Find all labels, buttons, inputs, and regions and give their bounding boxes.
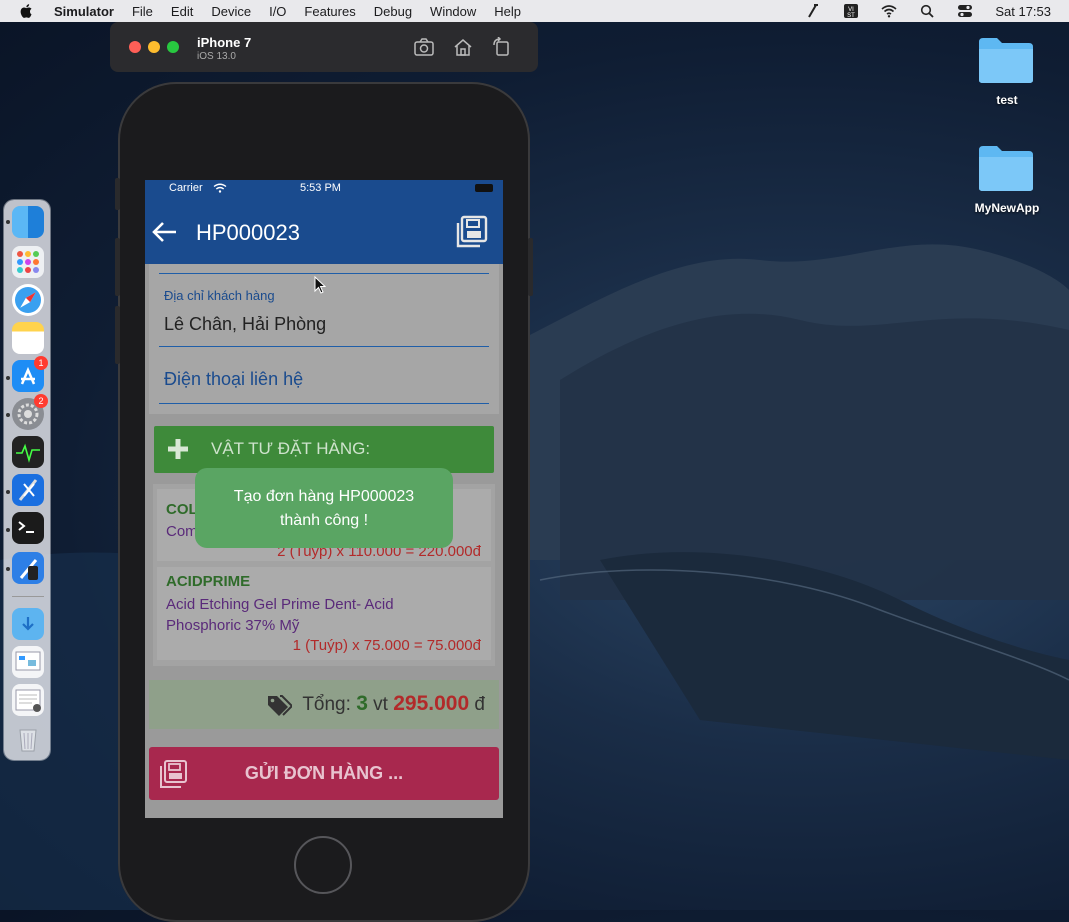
toast-line-2: thành công ! [279, 512, 369, 529]
folder-icon [979, 38, 1033, 83]
rotate-icon[interactable] [491, 37, 513, 57]
control-center-icon[interactable] [957, 3, 973, 19]
field-underline [159, 346, 489, 347]
close-window-button[interactable] [129, 41, 141, 53]
total-item-count: 3 [356, 692, 368, 715]
item-code: ACIDPRIME [166, 573, 251, 590]
menu-io[interactable]: I/O [269, 4, 286, 19]
downloads-folder-icon[interactable] [12, 608, 44, 640]
xcode-icon[interactable] [12, 474, 44, 506]
finder-icon[interactable] [12, 206, 44, 238]
field-underline [159, 273, 489, 274]
trash-icon[interactable] [12, 722, 44, 754]
list-item[interactable]: ACIDPRIME Acid Etching Gel Prime Dent- A… [157, 567, 491, 660]
running-indicator [6, 567, 10, 571]
menu-debug[interactable]: Debug [374, 4, 412, 19]
toast-line-1: Tạo đơn hàng HP000023 [233, 488, 415, 505]
app-store-badge: 1 [34, 356, 48, 370]
input-method-icon[interactable]: VI ST [843, 3, 859, 19]
mouse-cursor-icon [314, 276, 326, 294]
address-label: Địa chỉ khách hàng [164, 288, 275, 303]
order-title: HP000023 [196, 220, 300, 245]
menu-features[interactable]: Features [304, 4, 355, 19]
item-name: Acid Etching Gel Prime Dent- Acid Phosph… [166, 596, 394, 634]
minimize-window-button[interactable] [148, 41, 160, 53]
field-underline [159, 403, 489, 404]
simulator-icon[interactable] [12, 552, 44, 584]
carrier-label: Carrier [169, 182, 203, 194]
volume-up-button [115, 238, 120, 296]
notes-icon[interactable] [12, 322, 44, 354]
status-time: 5:53 PM [300, 182, 341, 194]
wifi-icon [213, 183, 227, 193]
simulator-device-name: iPhone 7 [197, 35, 252, 50]
plus-icon [168, 439, 188, 459]
tags-icon [268, 695, 292, 716]
total-count-unit: vt [373, 694, 388, 715]
terminal-icon[interactable] [12, 512, 44, 544]
menu-clock[interactable]: Sat 17:53 [995, 4, 1051, 19]
simulator-toolbar: iPhone 7 iOS 13.0 [110, 22, 538, 72]
send-order-label: GỬI ĐƠN HÀNG ... [244, 763, 404, 783]
item-code: COL [166, 501, 198, 518]
folder-label: MyNewApp [974, 201, 1040, 215]
svg-text:ST: ST [848, 13, 856, 19]
order-total-bar: Tổng: 3 vt 295.000 đ [149, 680, 499, 729]
save-order-icon[interactable] [453, 214, 489, 250]
wifi-icon[interactable] [881, 3, 897, 19]
folder-icon [979, 146, 1033, 191]
back-arrow-icon[interactable] [151, 218, 179, 246]
ios-status-bar: Carrier 5:53 PM [145, 180, 503, 198]
running-indicator [6, 490, 10, 494]
activity-monitor-icon[interactable] [12, 436, 44, 468]
desktop-folder-test[interactable]: test [977, 36, 1037, 107]
menu-app-name[interactable]: Simulator [54, 4, 114, 19]
spotlight-search-icon[interactable] [919, 3, 935, 19]
menu-file[interactable]: File [132, 4, 153, 19]
send-order-button[interactable]: GỬI ĐƠN HÀNG ... [149, 747, 499, 800]
success-toast: Tạo đơn hàng HP000023 thành công ! [195, 468, 453, 548]
menu-edit[interactable]: Edit [171, 4, 193, 19]
menu-bar: Simulator File Edit Device I/O Features … [0, 0, 1069, 22]
home-button[interactable] [294, 836, 352, 894]
dock: 1 2 [4, 200, 50, 760]
total-currency: đ [474, 694, 485, 715]
zoom-window-button[interactable] [167, 41, 179, 53]
total-text: Tổng: 3 vt 295.000 đ [302, 692, 485, 716]
volume-down-button [115, 306, 120, 364]
total-label: Tổng: [302, 694, 351, 715]
dock-separator [12, 596, 44, 597]
battery-icon [475, 184, 493, 192]
pen-icon[interactable] [805, 3, 821, 19]
item-quantity-price: 1 (Tuýp) x 75.000 = 75.000đ [292, 637, 481, 654]
home-icon[interactable] [452, 37, 474, 57]
launchpad-icon[interactable] [12, 246, 44, 278]
menu-window[interactable]: Window [430, 4, 476, 19]
running-indicator [6, 413, 10, 417]
simulator-os-version: iOS 13.0 [197, 51, 236, 62]
screenshot-stack-icon[interactable] [12, 646, 44, 678]
apple-menu-icon[interactable] [18, 3, 36, 19]
nav-bar: HP000023 [145, 198, 503, 264]
running-indicator [6, 528, 10, 532]
system-preferences-badge: 2 [34, 394, 48, 408]
power-button [528, 238, 533, 296]
mute-switch [115, 178, 120, 210]
app-store-icon[interactable]: 1 [12, 356, 48, 392]
desktop-folder-mynewapp[interactable]: MyNewApp [975, 144, 1039, 215]
screenshot-icon[interactable] [413, 37, 435, 57]
address-input[interactable]: Lê Chân, Hải Phòng [164, 314, 326, 335]
add-items-button[interactable]: VẬT TƯ ĐẶT HÀNG: [154, 426, 494, 473]
phone-input[interactable]: Điện thoại liên hệ [164, 369, 303, 390]
add-items-label: VẬT TƯ ĐẶT HÀNG: [211, 439, 371, 458]
menu-device[interactable]: Device [211, 4, 251, 19]
running-indicator [6, 376, 10, 380]
folder-label: test [996, 93, 1018, 107]
running-indicator [6, 220, 10, 224]
total-amount: 295.000 [393, 692, 470, 715]
recent-documents-icon[interactable] [12, 684, 44, 716]
menu-help[interactable]: Help [494, 4, 521, 19]
safari-icon[interactable] [12, 284, 44, 316]
system-preferences-icon[interactable]: 2 [12, 394, 48, 430]
